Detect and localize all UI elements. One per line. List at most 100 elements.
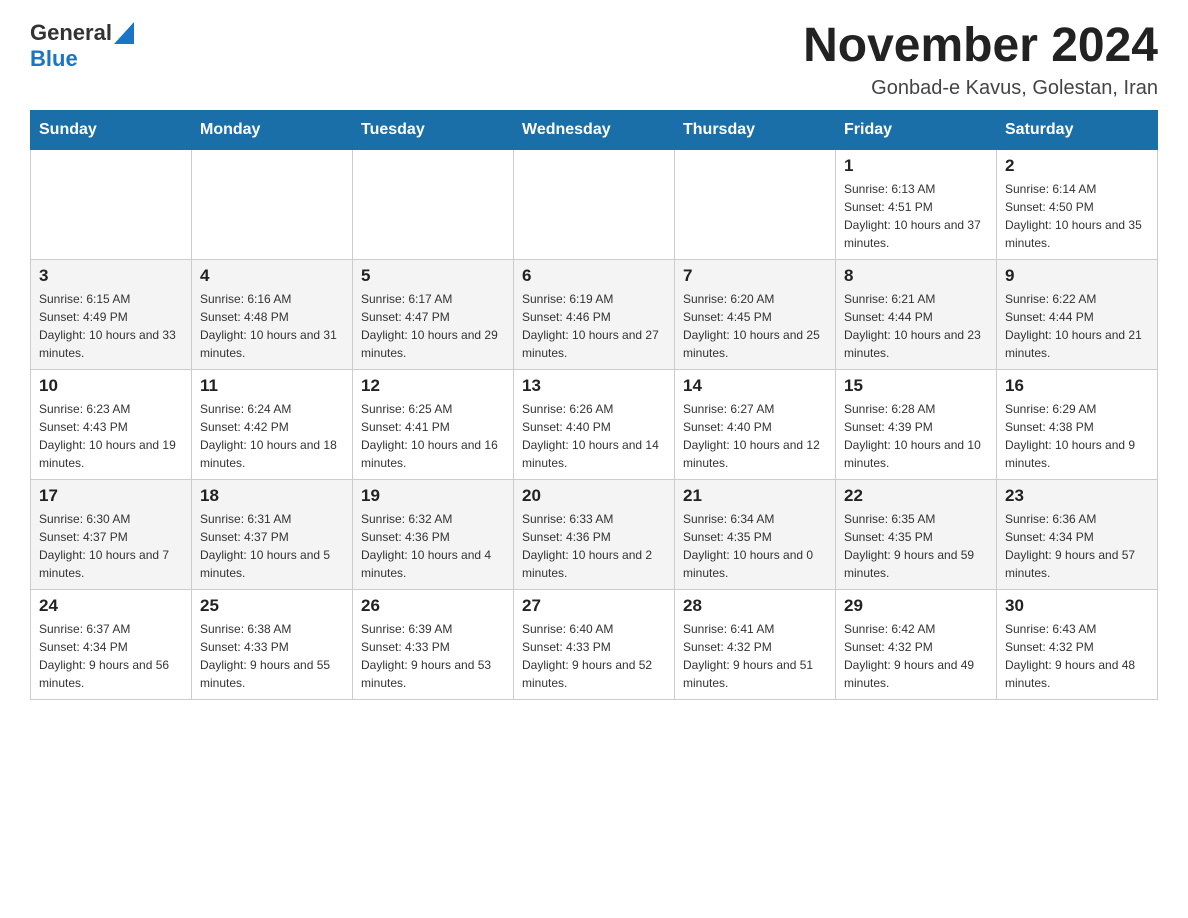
day-number: 22 — [844, 486, 988, 506]
col-wednesday: Wednesday — [514, 110, 675, 149]
calendar-cell: 9Sunrise: 6:22 AM Sunset: 4:44 PM Daylig… — [997, 259, 1158, 369]
calendar-cell: 29 Sunrise: 6:42 AM Sunset: 4:32 PM Dayli… — [836, 589, 997, 699]
calendar-cell: 8 Sunrise: 6:21 AM Sunset: 4:44 PM Daylig… — [836, 259, 997, 369]
day-info: Sunrise: 6:25 AM Sunset: 4:41 PM Dayligh… — [361, 400, 505, 472]
calendar-cell: 19 Sunrise: 6:32 AM Sunset: 4:36 PM Dayli… — [353, 479, 514, 589]
calendar-cell: 5Sunrise: 6:17 AM Sunset: 4:47 PM Daylig… — [353, 259, 514, 369]
day-number: 9 — [1005, 266, 1149, 286]
day-number: 24 — [39, 596, 183, 616]
day-number: 25 — [200, 596, 344, 616]
day-info: Sunrise: 6:20 AM Sunset: 4:45 PM Dayligh… — [683, 290, 827, 362]
day-number: 15 — [844, 376, 988, 396]
day-info: Sunrise: 6:38 AM Sunset: 4:33 PM Dayligh… — [200, 620, 344, 692]
calendar-week-row-3: 10 Sunrise: 6:23 AM Sunset: 4:43 PM Dayli… — [31, 369, 1158, 479]
day-number: 14 — [683, 376, 827, 396]
day-info: Sunrise: 6:13 AM Sunset: 4:51 PM Dayligh… — [844, 180, 988, 252]
calendar-cell: 22 Sunrise: 6:35 AM Sunset: 4:35 PM Dayli… — [836, 479, 997, 589]
calendar-cell: 10 Sunrise: 6:23 AM Sunset: 4:43 PM Dayli… — [31, 369, 192, 479]
calendar-cell: 20 Sunrise: 6:33 AM Sunset: 4:36 PM Dayli… — [514, 479, 675, 589]
day-number: 8 — [844, 266, 988, 286]
day-info: Sunrise: 6:14 AM Sunset: 4:50 PM Dayligh… — [1005, 180, 1149, 252]
month-title: November 2024 — [803, 20, 1158, 73]
day-info: Sunrise: 6:30 AM Sunset: 4:37 PM Dayligh… — [39, 510, 183, 582]
day-info: Sunrise: 6:17 AM Sunset: 4:47 PM Dayligh… — [361, 290, 505, 362]
day-number: 11 — [200, 376, 344, 396]
calendar-cell: 4Sunrise: 6:16 AM Sunset: 4:48 PM Daylig… — [192, 259, 353, 369]
logo-general-text: General — [30, 20, 112, 46]
calendar-cell: 25 Sunrise: 6:38 AM Sunset: 4:33 PM Dayli… — [192, 589, 353, 699]
day-number: 16 — [1005, 376, 1149, 396]
col-tuesday: Tuesday — [353, 110, 514, 149]
col-thursday: Thursday — [675, 110, 836, 149]
col-saturday: Saturday — [997, 110, 1158, 149]
day-number: 26 — [361, 596, 505, 616]
day-number: 12 — [361, 376, 505, 396]
day-info: Sunrise: 6:32 AM Sunset: 4:36 PM Dayligh… — [361, 510, 505, 582]
day-number: 10 — [39, 376, 183, 396]
col-friday: Friday — [836, 110, 997, 149]
calendar-cell: 18Sunrise: 6:31 AM Sunset: 4:37 PM Dayli… — [192, 479, 353, 589]
calendar-week-row-4: 17 Sunrise: 6:30 AM Sunset: 4:37 PM Dayli… — [31, 479, 1158, 589]
calendar-week-row-2: 3 Sunrise: 6:15 AM Sunset: 4:49 PM Daylig… — [31, 259, 1158, 369]
logo-blue-text: Blue — [30, 46, 78, 71]
calendar-cell: 2 Sunrise: 6:14 AM Sunset: 4:50 PM Daylig… — [997, 149, 1158, 259]
calendar-cell: 11 Sunrise: 6:24 AM Sunset: 4:42 PM Dayli… — [192, 369, 353, 479]
calendar-cell: 17 Sunrise: 6:30 AM Sunset: 4:37 PM Dayli… — [31, 479, 192, 589]
calendar-cell: 7 Sunrise: 6:20 AM Sunset: 4:45 PM Daylig… — [675, 259, 836, 369]
day-info: Sunrise: 6:33 AM Sunset: 4:36 PM Dayligh… — [522, 510, 666, 582]
day-info: Sunrise: 6:34 AM Sunset: 4:35 PM Dayligh… — [683, 510, 827, 582]
day-info: Sunrise: 6:35 AM Sunset: 4:35 PM Dayligh… — [844, 510, 988, 582]
calendar-cell: 6 Sunrise: 6:19 AM Sunset: 4:46 PM Daylig… — [514, 259, 675, 369]
calendar-cell: 30Sunrise: 6:43 AM Sunset: 4:32 PM Dayli… — [997, 589, 1158, 699]
calendar-cell: 13Sunrise: 6:26 AM Sunset: 4:40 PM Dayli… — [514, 369, 675, 479]
calendar-cell: 26 Sunrise: 6:39 AM Sunset: 4:33 PM Dayli… — [353, 589, 514, 699]
day-number: 23 — [1005, 486, 1149, 506]
calendar-cell — [192, 149, 353, 259]
calendar-cell: 24 Sunrise: 6:37 AM Sunset: 4:34 PM Dayli… — [31, 589, 192, 699]
day-info: Sunrise: 6:21 AM Sunset: 4:44 PM Dayligh… — [844, 290, 988, 362]
logo: General Blue — [30, 20, 134, 72]
calendar-week-row-1: 1 Sunrise: 6:13 AM Sunset: 4:51 PM Daylig… — [31, 149, 1158, 259]
day-number: 2 — [1005, 156, 1149, 176]
calendar-week-row-5: 24 Sunrise: 6:37 AM Sunset: 4:34 PM Dayli… — [31, 589, 1158, 699]
col-sunday: Sunday — [31, 110, 192, 149]
calendar-cell: 27Sunrise: 6:40 AM Sunset: 4:33 PM Dayli… — [514, 589, 675, 699]
title-block: November 2024 Gonbad-e Kavus, Golestan, … — [803, 20, 1158, 100]
day-number: 1 — [844, 156, 988, 176]
day-number: 27 — [522, 596, 666, 616]
day-number: 30 — [1005, 596, 1149, 616]
day-info: Sunrise: 6:42 AM Sunset: 4:32 PM Dayligh… — [844, 620, 988, 692]
day-info: Sunrise: 6:41 AM Sunset: 4:32 PM Dayligh… — [683, 620, 827, 692]
day-info: Sunrise: 6:28 AM Sunset: 4:39 PM Dayligh… — [844, 400, 988, 472]
day-number: 20 — [522, 486, 666, 506]
calendar-cell — [514, 149, 675, 259]
day-number: 17 — [39, 486, 183, 506]
day-info: Sunrise: 6:16 AM Sunset: 4:48 PM Dayligh… — [200, 290, 344, 362]
calendar-cell: 28 Sunrise: 6:41 AM Sunset: 4:32 PM Dayli… — [675, 589, 836, 699]
day-info: Sunrise: 6:31 AM Sunset: 4:37 PM Dayligh… — [200, 510, 344, 582]
day-info: Sunrise: 6:39 AM Sunset: 4:33 PM Dayligh… — [361, 620, 505, 692]
calendar-cell: 1 Sunrise: 6:13 AM Sunset: 4:51 PM Daylig… — [836, 149, 997, 259]
day-number: 19 — [361, 486, 505, 506]
day-info: Sunrise: 6:37 AM Sunset: 4:34 PM Dayligh… — [39, 620, 183, 692]
day-number: 3 — [39, 266, 183, 286]
calendar-table: Sunday Monday Tuesday Wednesday Thursday… — [30, 110, 1158, 700]
day-info: Sunrise: 6:19 AM Sunset: 4:46 PM Dayligh… — [522, 290, 666, 362]
calendar-cell: 16Sunrise: 6:29 AM Sunset: 4:38 PM Dayli… — [997, 369, 1158, 479]
calendar-cell — [31, 149, 192, 259]
location-subtitle: Gonbad-e Kavus, Golestan, Iran — [803, 77, 1158, 100]
logo-triangle-icon — [114, 22, 134, 44]
calendar-cell: 15 Sunrise: 6:28 AM Sunset: 4:39 PM Dayli… — [836, 369, 997, 479]
day-info: Sunrise: 6:36 AM Sunset: 4:34 PM Dayligh… — [1005, 510, 1149, 582]
day-number: 28 — [683, 596, 827, 616]
day-number: 13 — [522, 376, 666, 396]
day-info: Sunrise: 6:15 AM Sunset: 4:49 PM Dayligh… — [39, 290, 183, 362]
day-number: 6 — [522, 266, 666, 286]
calendar-cell — [675, 149, 836, 259]
day-info: Sunrise: 6:27 AM Sunset: 4:40 PM Dayligh… — [683, 400, 827, 472]
day-info: Sunrise: 6:24 AM Sunset: 4:42 PM Dayligh… — [200, 400, 344, 472]
day-number: 7 — [683, 266, 827, 286]
day-info: Sunrise: 6:23 AM Sunset: 4:43 PM Dayligh… — [39, 400, 183, 472]
day-number: 29 — [844, 596, 988, 616]
calendar-header-row: Sunday Monday Tuesday Wednesday Thursday… — [31, 110, 1158, 149]
